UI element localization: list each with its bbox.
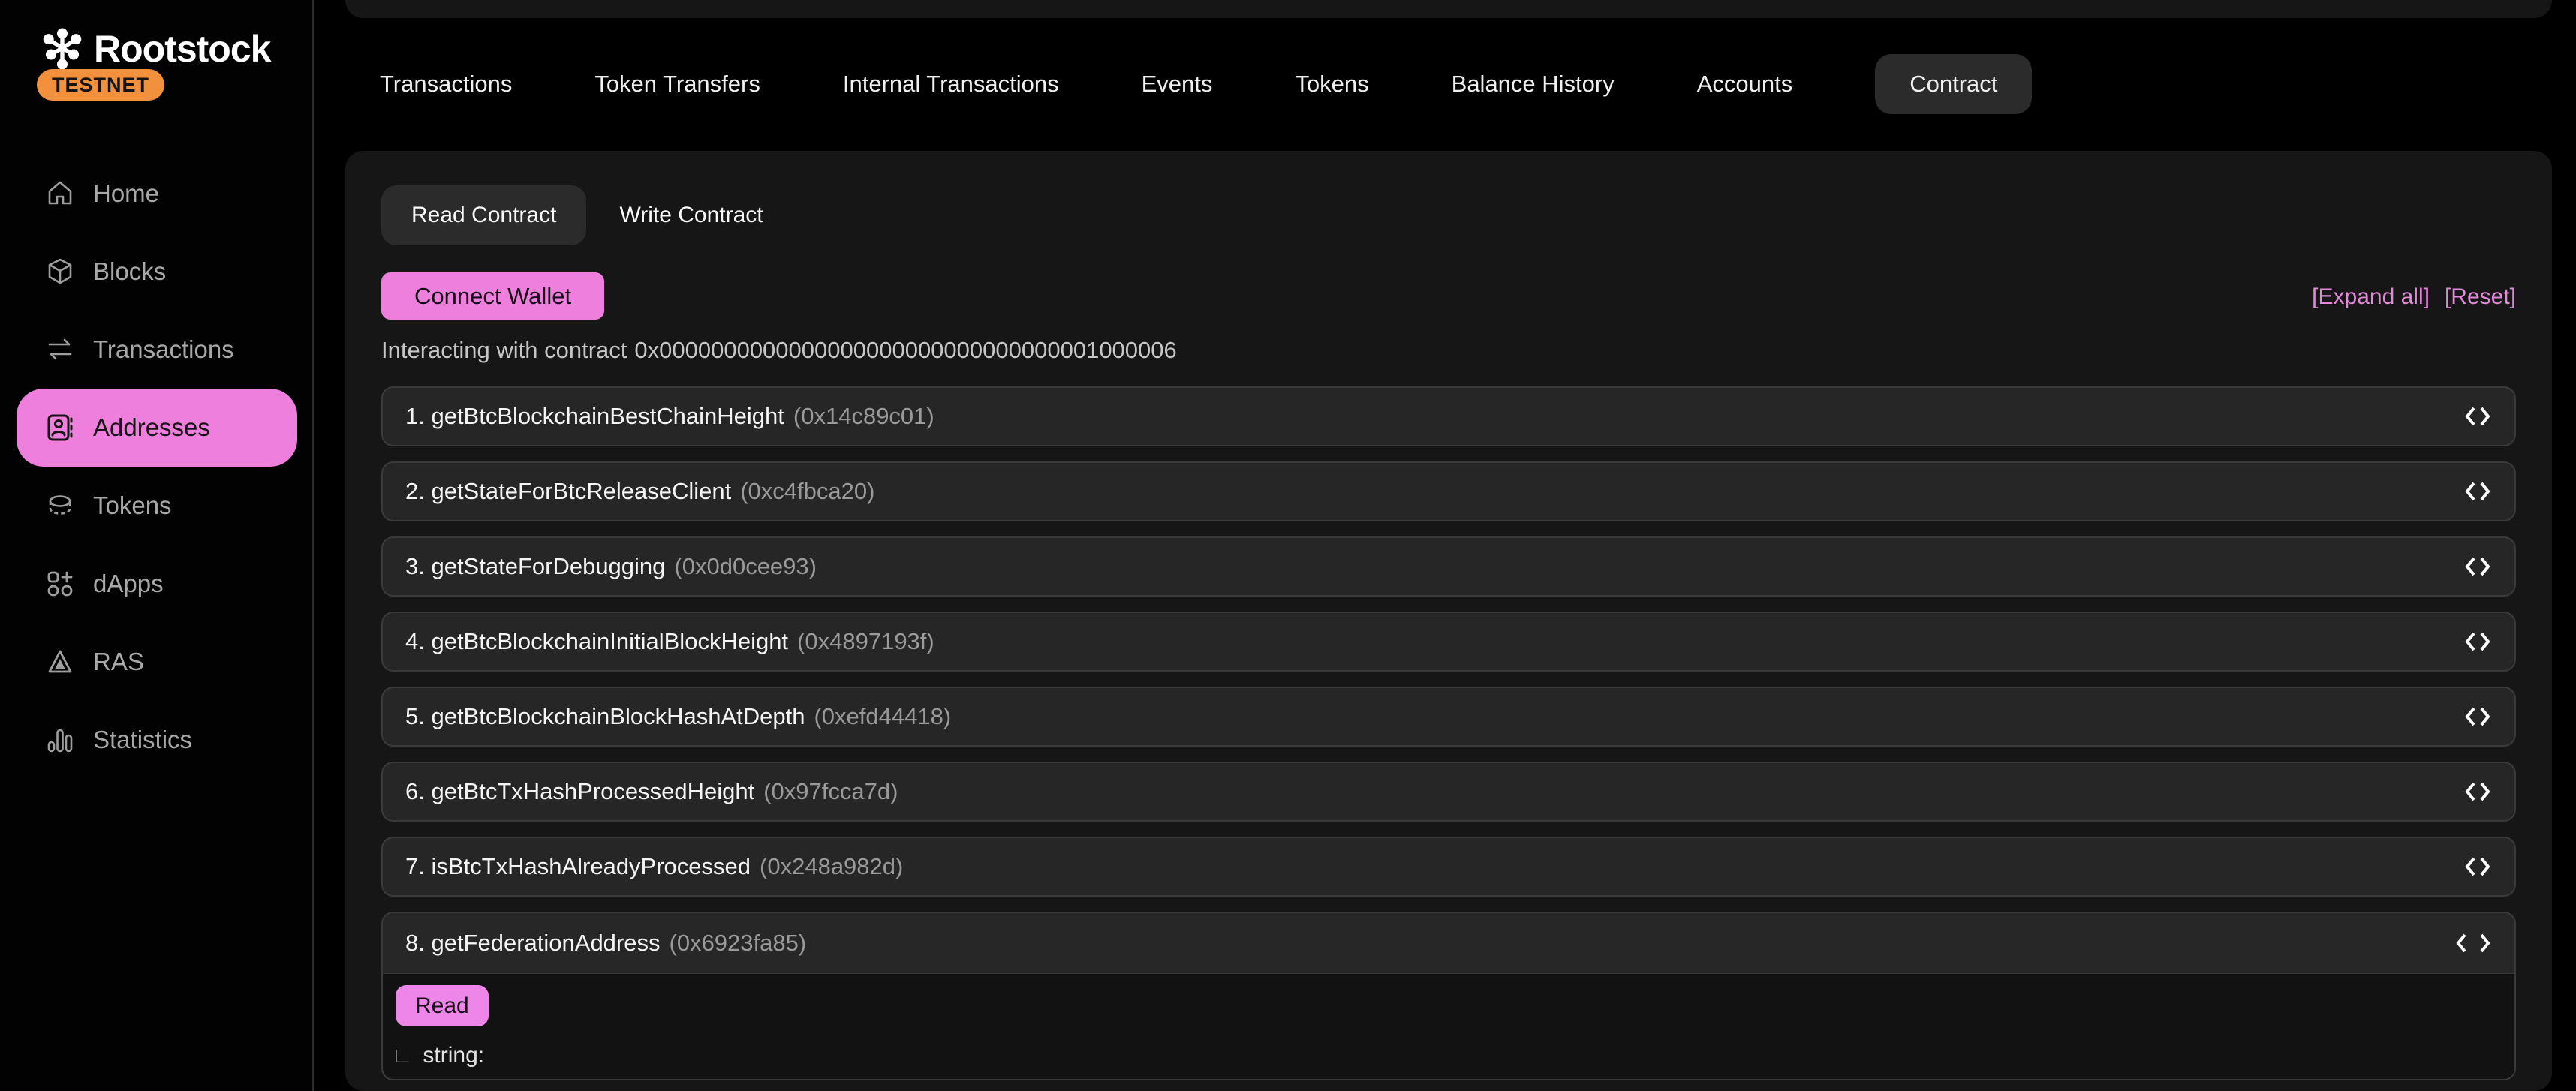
cube-icon xyxy=(45,257,75,287)
code-icon[interactable] xyxy=(2463,405,2492,428)
sidebar-item-addresses[interactable]: Addresses xyxy=(17,389,297,467)
dapps-grid-icon xyxy=(45,569,75,599)
sidebar-item-home[interactable]: Home xyxy=(17,155,297,233)
method-row-expanded-header[interactable]: 8. getFederationAddress(0x6923fa85) xyxy=(383,913,2514,973)
method-row[interactable]: 1. getBtcBlockchainBestChainHeight(0x14c… xyxy=(381,386,2516,446)
subtab-read-contract[interactable]: Read Contract xyxy=(381,185,586,245)
sidebar-item-statistics[interactable]: Statistics xyxy=(17,701,297,779)
subtab-write-contract[interactable]: Write Contract xyxy=(619,203,763,228)
brand-logo[interactable]: Rootstock xyxy=(41,27,270,71)
interacting-prefix: Interacting with contract xyxy=(381,337,627,364)
method-row[interactable]: 6. getBtcTxHashProcessedHeight(0x97fcca7… xyxy=(381,762,2516,822)
expand-all-link[interactable]: [Expand all] xyxy=(2312,284,2430,310)
contract-address: 0x00000000000000000000000000000000010000… xyxy=(634,337,1176,364)
sidebar-item-blocks[interactable]: Blocks xyxy=(17,233,297,311)
tab-events[interactable]: Events xyxy=(1142,71,1213,98)
connect-wallet-button[interactable]: Connect Wallet xyxy=(381,272,604,320)
read-button[interactable]: Read xyxy=(396,985,489,1026)
transfer-arrows-icon xyxy=(45,335,75,365)
code-icon[interactable] xyxy=(2463,705,2492,728)
sidebar-item-transactions[interactable]: Transactions xyxy=(17,311,297,389)
sidebar-item-dapps[interactable]: dApps xyxy=(17,545,297,623)
code-icon[interactable] xyxy=(2454,932,2492,954)
output-row: ∟ string: xyxy=(392,1043,484,1068)
method-card-expanded: 8. getFederationAddress(0x6923fa85) Read… xyxy=(381,912,2516,1080)
sidebar-item-ras[interactable]: RAS xyxy=(17,623,297,701)
output-branch-glyph: ∟ xyxy=(392,1044,412,1068)
tab-internal-transactions[interactable]: Internal Transactions xyxy=(843,71,1059,98)
coin-icon xyxy=(45,491,75,521)
tab-accounts[interactable]: Accounts xyxy=(1697,71,1793,98)
previous-card-bottom-edge xyxy=(345,0,2552,18)
address-tabs: Transactions Token Transfers Internal Tr… xyxy=(380,54,2032,114)
sidebar-item-tokens[interactable]: Tokens xyxy=(17,467,297,545)
interacting-with-line: Interacting with contract 0x000000000000… xyxy=(381,337,1177,364)
code-icon[interactable] xyxy=(2463,630,2492,653)
tab-tokens[interactable]: Tokens xyxy=(1295,71,1368,98)
home-icon xyxy=(45,179,75,209)
sidebar-nav: Home Blocks Transactions Addresses Token… xyxy=(17,155,297,779)
code-icon[interactable] xyxy=(2463,780,2492,803)
method-list: 1. getBtcBlockchainBestChainHeight(0x14c… xyxy=(381,386,2516,1080)
rootstock-logo-icon xyxy=(41,28,83,70)
tab-token-transfers[interactable]: Token Transfers xyxy=(594,71,760,98)
testnet-badge: TESTNET xyxy=(37,69,164,101)
sidebar: Rootstock TESTNET Home Blocks Transactio… xyxy=(0,0,314,1091)
code-icon[interactable] xyxy=(2463,480,2492,503)
contract-panel: Read Contract Write Contract Connect Wal… xyxy=(345,151,2552,1091)
code-icon[interactable] xyxy=(2463,555,2492,578)
output-type-label: string: xyxy=(423,1043,484,1068)
code-icon[interactable] xyxy=(2463,855,2492,878)
tab-contract[interactable]: Contract xyxy=(1875,54,2032,114)
bar-chart-icon xyxy=(45,725,75,755)
tab-balance-history[interactable]: Balance History xyxy=(1452,71,1615,98)
method-expanded-body: Read ∟ string: xyxy=(383,973,2514,1079)
reset-link[interactable]: [Reset] xyxy=(2445,284,2516,310)
address-book-icon xyxy=(45,413,75,443)
method-row[interactable]: 2. getStateForBtcReleaseClient(0xc4fbca2… xyxy=(381,461,2516,521)
triangle-icon xyxy=(45,647,75,677)
brand-name: Rootstock xyxy=(94,27,270,71)
method-row[interactable]: 3. getStateForDebugging(0x0d0cee93) xyxy=(381,536,2516,597)
method-row[interactable]: 5. getBtcBlockchainBlockHashAtDepth(0xef… xyxy=(381,687,2516,747)
list-actions: [Expand all] [Reset] xyxy=(2312,284,2516,310)
method-row[interactable]: 4. getBtcBlockchainInitialBlockHeight(0x… xyxy=(381,612,2516,672)
tab-transactions[interactable]: Transactions xyxy=(380,71,512,98)
contract-subtabs: Read Contract Write Contract xyxy=(381,185,763,245)
method-row[interactable]: 7. isBtcTxHashAlreadyProcessed(0x248a982… xyxy=(381,837,2516,897)
